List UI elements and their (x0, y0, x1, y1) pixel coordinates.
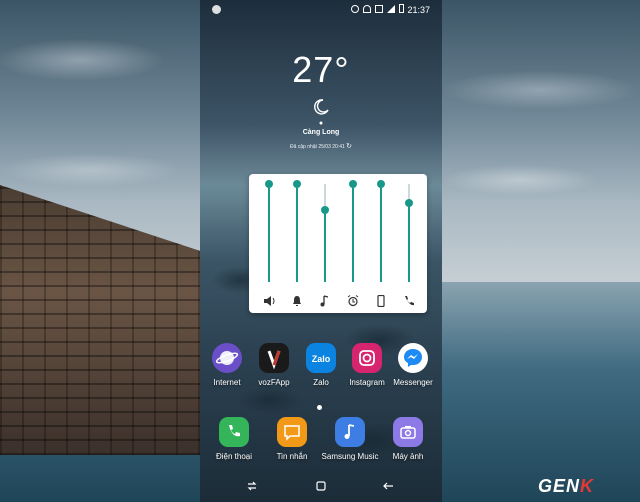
slider-thumb[interactable] (349, 180, 357, 188)
signal-icon (387, 4, 395, 13)
slider-fill (380, 184, 382, 282)
slider-fill (324, 210, 326, 282)
slider-fill (268, 184, 270, 282)
status-icons (351, 4, 404, 13)
slider-track[interactable] (380, 184, 382, 282)
navigation-bar (200, 472, 442, 502)
alarm-icon (351, 4, 359, 13)
app-camera[interactable]: Máy ảnh (378, 417, 438, 461)
refresh-icon[interactable]: ↻ (346, 143, 352, 150)
media-volume-slider[interactable] (259, 174, 279, 313)
slider-thumb[interactable] (377, 180, 385, 188)
notification-volume-slider[interactable] (287, 174, 307, 313)
slider-thumb[interactable] (265, 180, 273, 188)
slider-thumb[interactable] (321, 206, 329, 214)
genk-watermark: GENK (538, 476, 595, 496)
location-name: Càng Long (302, 129, 340, 136)
messages-icon[interactable] (277, 417, 307, 447)
ringtone-music-icon (320, 295, 329, 307)
internet-icon[interactable] (212, 343, 242, 373)
slider-fill (296, 184, 298, 282)
weather-widget[interactable]: 27° ● Càng Long Đã cập nhật 25/03 20:41 … (200, 49, 442, 151)
camera-icon[interactable] (393, 417, 423, 447)
alarm-volume-slider[interactable] (343, 174, 363, 313)
alarm-icon (347, 295, 359, 307)
slider-track[interactable] (324, 184, 326, 282)
volume-panel (249, 174, 427, 313)
slider-thumb[interactable] (293, 180, 301, 188)
app-phone[interactable]: Điện thoại (204, 417, 264, 461)
system-volume-slider[interactable] (371, 174, 391, 313)
app-messages[interactable]: Tin nhắn (262, 417, 322, 461)
temperature: 27° (292, 49, 350, 90)
zalo-icon[interactable]: Zalo (306, 343, 336, 373)
recent-apps-icon[interactable] (246, 480, 258, 492)
app-label: Messenger (393, 378, 433, 387)
status-bar: 21:37 (200, 0, 442, 20)
instagram-icon[interactable] (352, 343, 382, 373)
moon-icon (314, 99, 329, 115)
svg-text:Zalo: Zalo (312, 354, 331, 364)
phone-icon[interactable] (219, 417, 249, 447)
call-icon (405, 296, 414, 306)
vozfapp-icon[interactable] (259, 343, 289, 373)
updated-time: Đã cập nhật 25/03 20:41 ↻ (289, 143, 353, 150)
notification-icon (212, 5, 221, 14)
slider-track[interactable] (296, 184, 298, 282)
slider-track[interactable] (268, 184, 270, 282)
wifi-icon (363, 4, 371, 13)
home-button-icon[interactable] (315, 480, 327, 492)
slider-fill (408, 203, 410, 282)
call-volume-slider[interactable] (399, 174, 419, 313)
media-icon (264, 296, 275, 306)
home-page-indicator (317, 405, 322, 410)
app-label: Điện thoại (215, 452, 253, 461)
status-time: 21:37 (407, 5, 430, 15)
app-label: Máy ảnh (392, 452, 424, 461)
app-music[interactable]: Samsung Music (320, 417, 380, 461)
music-icon[interactable] (335, 417, 365, 447)
system-icon (377, 295, 385, 307)
app-label: Tin nhắn (276, 452, 308, 461)
app-label: Samsung Music (321, 452, 379, 461)
slider-fill (352, 184, 354, 282)
notification-icon (293, 296, 301, 306)
location-pin-icon: ● (318, 120, 324, 127)
slider-track[interactable] (352, 184, 354, 282)
sim-icon (375, 4, 383, 13)
messenger-icon[interactable] (398, 343, 428, 373)
slider-thumb[interactable] (405, 199, 413, 207)
ringtone-music-volume-slider[interactable] (315, 174, 335, 313)
battery-icon (399, 4, 404, 13)
app-messenger[interactable]: Messenger (383, 343, 443, 387)
back-icon[interactable] (382, 480, 394, 492)
